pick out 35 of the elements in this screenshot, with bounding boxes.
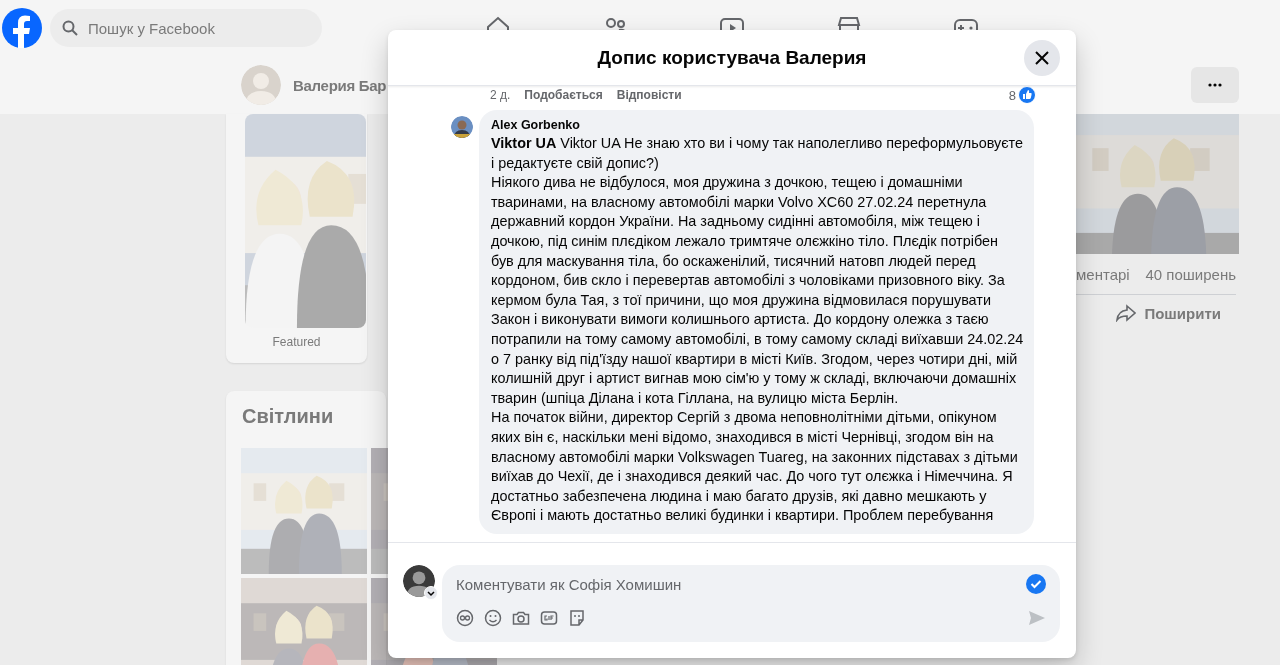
comment-text: На початок війни, директор Сергій з двома неповнолітніми дітьми, опікуном яких він є, наскільки мені відомо, знаходився в місті Чернівці, згодом він на власному автомобілі марки Volkswagen Tuareg, на законних підставах з дітьми виїхав до Чехії, де і знаходився деякий час. До чого тут олєжка і Німеччина. Я достатньо забезпечена людина і маю багато друзів, які давно мешкають у Європі і мають достатньо великі будинки і квартири. Проблем перебування [491,408,1019,526]
post-stat[interactable]: ментарі [1076,266,1130,283]
search-input[interactable]: Пошук у Facebook [86,18,290,38]
avatar-sticker-icon[interactable] [456,609,474,627]
comment-time[interactable]: 2 д. [490,88,511,102]
comment-author[interactable]: Alex Gorbenko [491,118,1024,132]
logo-icon[interactable] [2,8,42,48]
camera-icon[interactable] [512,609,530,627]
thumbs-up-icon [1018,86,1036,104]
check-icon [1026,574,1046,594]
close-button[interactable] [1024,39,1060,76]
reaction-count[interactable]: 8 [1008,87,1016,103]
comment-text: Viktor UA Viktor UA Не знаю хто ви і чому так наполегливо переформульовуєте і редактуєте свій допис?) [491,134,1024,173]
search-icon [62,20,78,36]
dialog-title: Допис користувача Валерия [597,46,867,69]
sticker-icon[interactable] [568,609,586,627]
profile-name[interactable]: Валерия Бар [293,76,387,94]
comment-input[interactable]: Коментувати як Софія Хомишин [454,571,1026,597]
emoji-icon[interactable] [484,609,502,627]
search-field[interactable]: Пошук у Facebook [50,9,322,47]
like-link[interactable]: Подобається [524,88,603,102]
reply-link[interactable]: Відповісти [616,88,682,102]
share-button[interactable]: Поширити [1112,295,1225,331]
user-avatar[interactable] [403,565,435,597]
post-stat[interactable]: 40 поширень [1145,266,1236,283]
share-icon [1116,304,1137,322]
featured-label: Featured [272,335,321,349]
gif-icon[interactable] [540,609,558,627]
commenter-avatar[interactable] [451,116,473,138]
section-title: Світлини [242,405,335,428]
close-icon [1035,50,1049,65]
more-icon [1208,83,1222,87]
chevron-icon[interactable] [424,586,438,600]
comment-field[interactable]: Коментувати як Софія Хомишин [442,565,1060,642]
comment-text: Ніякого дива не відбулося, моя дружина з дочкою, тещею і домашніми тваринами, на власному автомобілі марки Volvo XC60 27.02.24 перетнула державний кордон України. На задньому сидінні автомобіля, між тещею і дочкою, під синім плєдіком лежало тримтяче олєжкіно тіло. Плєдік потрібен був для маскування тіла, бо оскаженілий, тисячний натовп людей перед кордоном, бив скло і перевертав автомобілі з чоловіками призовного віку. За кермом була Тая, з тої причини, що моя дружина відмовилася порушувати Закон і виконувати вимоги колишнього артиста. До кордону олежка з таєю потрапили на тому самому автомобілі, в тому самому складі виїхавши 24.02.24 о 7 ранку від під'їзду нашої квартири в місті Київ. Згодом, через чотири дні, мій колишній друг і артист вигнав мою сім'ю у тому ж складі, включаючи домашніх тварин (шпіца Ділана і кота Гіллана, на вулицю міста Берлін. [491,173,1024,408]
